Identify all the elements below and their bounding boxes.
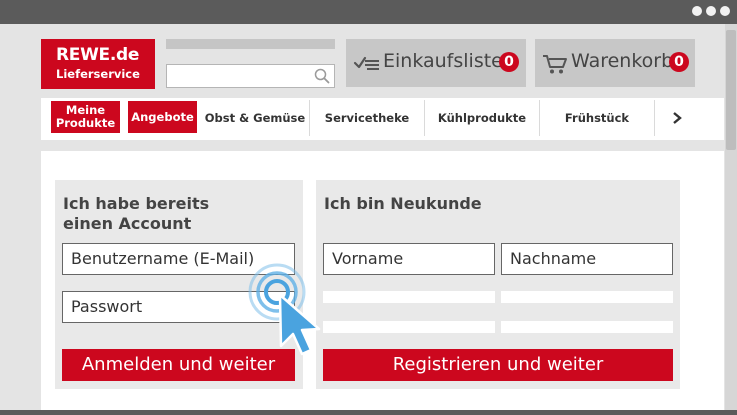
browser-window: REWE.de Lieferservice Einkaufsliste 0 Wa… <box>0 0 737 415</box>
firstname-field[interactable]: Vorname <box>323 243 495 275</box>
shopping-list-count-badge: 0 <box>499 52 519 72</box>
nav-item-refrigerated[interactable]: Kühlprodukte <box>425 100 539 136</box>
nav-offers[interactable]: Angebote <box>128 101 197 133</box>
cart-label: Warenkorb <box>571 50 674 72</box>
dot <box>720 6 730 16</box>
register-card: Ich bin Neukunde Vorname Nachname Regist… <box>316 180 680 389</box>
nav-divider <box>654 100 655 136</box>
nav-item-breakfast[interactable]: Frühstück <box>540 100 654 136</box>
nav-my-products[interactable]: Meine Produkte <box>51 101 120 133</box>
title-bar <box>0 0 737 24</box>
search-label-placeholder <box>166 39 335 49</box>
search-input[interactable] <box>166 64 335 88</box>
chevron-right-icon[interactable] <box>669 110 685 126</box>
register-field-placeholder[interactable] <box>501 291 673 303</box>
scrollbar-thumb[interactable] <box>726 30 736 150</box>
register-field-placeholder[interactable] <box>323 291 495 303</box>
nav-item-service-counter[interactable]: Servicetheke <box>310 100 424 136</box>
nav-item-fruit-vegetables[interactable]: Obst & Gemüse <box>201 100 309 136</box>
register-submit-button[interactable]: Registrieren und weiter <box>323 349 673 381</box>
cart-button[interactable]: Warenkorb 0 <box>535 39 695 87</box>
shopping-list-icon <box>353 56 379 70</box>
dot <box>692 6 702 16</box>
scrollbar[interactable] <box>725 24 737 415</box>
window-bottom-edge <box>0 410 737 415</box>
window-menu-icon[interactable] <box>692 6 730 16</box>
logo-title: REWE.de <box>56 45 140 65</box>
lastname-field[interactable]: Nachname <box>501 243 673 275</box>
cart-count-badge: 0 <box>669 52 689 72</box>
register-title: Ich bin Neukunde <box>324 194 482 213</box>
dot <box>706 6 716 16</box>
auth-panel: Ich habe bereits einen Account Benutzern… <box>41 151 724 411</box>
click-cursor-icon <box>248 263 321 356</box>
search-icon[interactable] <box>314 68 330 84</box>
register-field-placeholder[interactable] <box>501 321 673 333</box>
rewe-logo[interactable]: REWE.de Lieferservice <box>41 39 155 89</box>
logo-subtitle: Lieferservice <box>56 67 140 81</box>
shopping-list-button[interactable]: Einkaufsliste 0 <box>346 39 526 87</box>
login-title: Ich habe bereits einen Account <box>63 194 210 233</box>
category-nav: Meine Produkte Angebote Obst & Gemüse Se… <box>41 98 724 140</box>
shopping-list-label: Einkaufsliste <box>383 50 503 72</box>
register-field-placeholder[interactable] <box>323 321 495 333</box>
cart-icon <box>543 55 567 74</box>
